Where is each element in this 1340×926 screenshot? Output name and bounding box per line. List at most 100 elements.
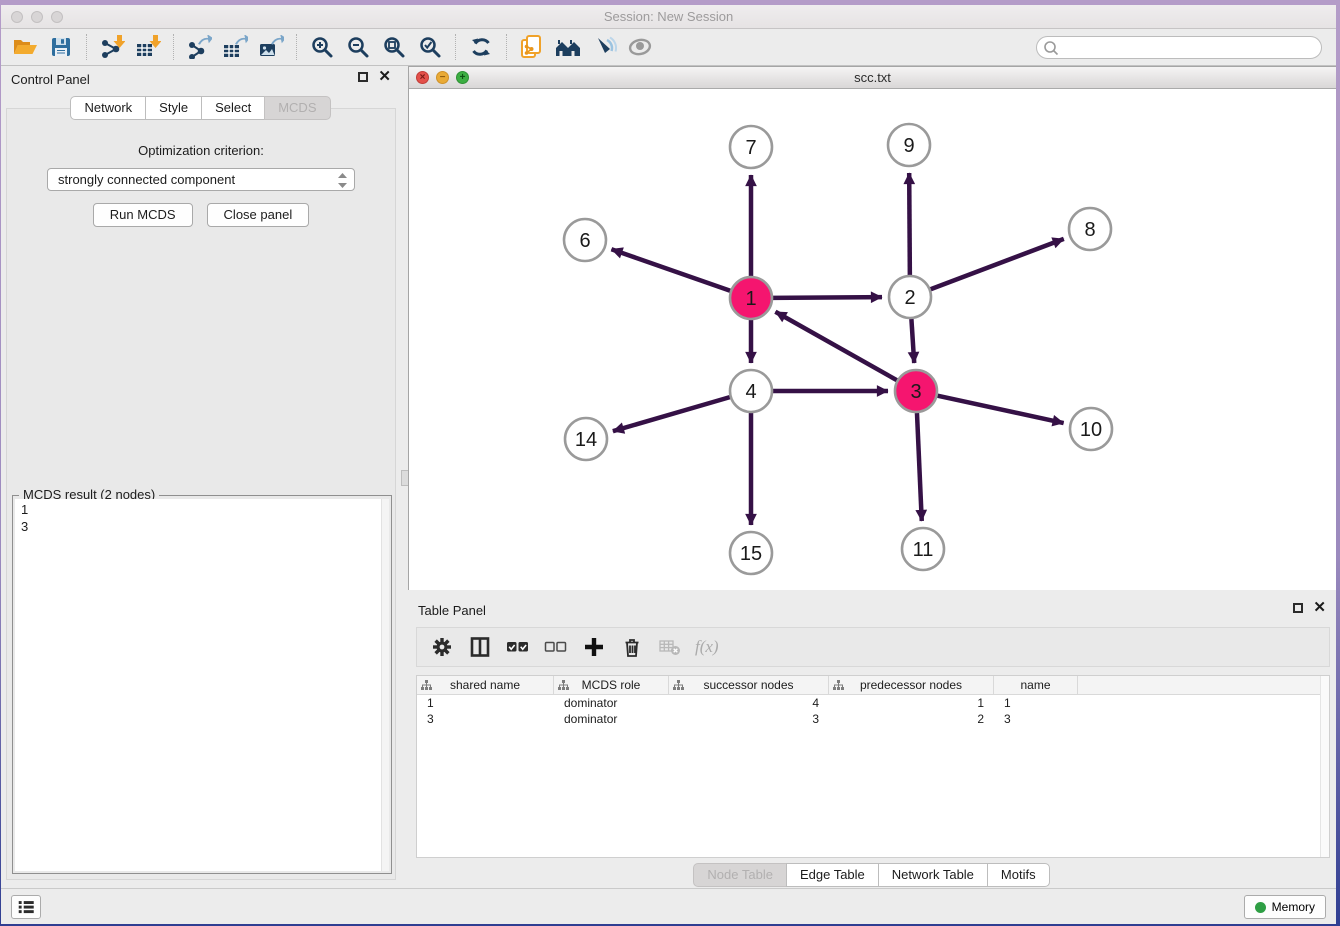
export-network-button[interactable] <box>181 32 217 62</box>
close-table-panel-icon[interactable]: ✕ <box>1313 602 1326 614</box>
graph-node-15[interactable]: 15 <box>730 532 772 574</box>
tab-select[interactable]: Select <box>201 96 265 120</box>
open-session-button[interactable] <box>7 32 43 62</box>
graph-edge-3-1[interactable] <box>775 312 896 380</box>
table-row[interactable]: 1dominator411 <box>417 695 1329 711</box>
optimization-criterion-dropdown[interactable]: strongly connected component <box>47 168 355 191</box>
column-type-icon <box>673 680 684 691</box>
network-close-button[interactable]: × <box>416 71 429 84</box>
table-cell: 1 <box>417 695 554 711</box>
toolbar-separator <box>506 34 507 60</box>
column-header-shared-name[interactable]: shared name <box>417 676 554 694</box>
graph-edge-3-11[interactable] <box>917 413 922 521</box>
graph-edge-2-3[interactable] <box>911 319 914 363</box>
save-session-button[interactable] <box>43 32 79 62</box>
column-header-mcds-role[interactable]: MCDS role <box>554 676 669 694</box>
graph-edge-2-8[interactable] <box>931 239 1064 289</box>
zoom-selected-button[interactable] <box>412 32 448 62</box>
network-canvas[interactable]: 7 9 6 8 1 2 4 3 14 10 15 11 <box>409 89 1336 590</box>
close-window-button[interactable] <box>11 11 23 23</box>
export-table-button[interactable] <box>217 32 253 62</box>
first-neighbors-button[interactable] <box>550 32 586 62</box>
mcds-result-box: MCDS result (2 nodes) 13 <box>12 495 392 874</box>
show-hide-graphics-details-button[interactable] <box>586 32 622 62</box>
control-panel-tabs: NetworkStyleSelectMCDS <box>1 96 401 120</box>
export-image-icon <box>258 35 284 59</box>
graph-edge-4-14[interactable] <box>613 397 730 431</box>
close-panel-button[interactable]: Close panel <box>207 203 310 227</box>
table-body: 1dominator4113dominator323 <box>417 695 1329 727</box>
graph-node-14[interactable]: 14 <box>565 418 607 460</box>
table-scrollbar[interactable] <box>1320 676 1329 857</box>
refresh-button[interactable] <box>463 32 499 62</box>
show-hide-columns-button[interactable] <box>465 633 495 661</box>
table-tab-node-table[interactable]: Node Table <box>693 863 787 887</box>
search-icon <box>1043 40 1059 56</box>
column-label: MCDS role <box>582 678 641 692</box>
create-column-button[interactable] <box>579 633 609 661</box>
export-image-button[interactable] <box>253 32 289 62</box>
result-scrollbar[interactable] <box>381 499 389 871</box>
run-mcds-button[interactable]: Run MCDS <box>93 203 193 227</box>
graph-node-11[interactable]: 11 <box>902 528 944 570</box>
graph-node-10[interactable]: 10 <box>1070 408 1112 450</box>
table-tab-network-table[interactable]: Network Table <box>878 863 988 887</box>
close-panel-icon[interactable]: ✕ <box>378 71 391 83</box>
zoom-fit-icon <box>382 35 406 59</box>
graph-edge-1-2[interactable] <box>773 297 882 298</box>
mcds-result-text[interactable]: 13 <box>15 499 389 871</box>
zoom-out-button[interactable] <box>340 32 376 62</box>
task-history-button[interactable] <box>11 895 41 919</box>
tab-network[interactable]: Network <box>70 96 146 120</box>
table-cell: 4 <box>669 695 829 711</box>
deselect-all-button[interactable] <box>541 633 571 661</box>
import-table-button[interactable] <box>130 32 166 62</box>
delete-columns-button[interactable] <box>617 633 647 661</box>
table-tab-edge-table[interactable]: Edge Table <box>786 863 879 887</box>
zoom-in-button[interactable] <box>304 32 340 62</box>
graph-node-4[interactable]: 4 <box>730 370 772 412</box>
table-cell: dominator <box>554 695 669 711</box>
graph-node-1[interactable]: 1 <box>730 277 772 319</box>
network-window-title: scc.txt <box>409 67 1336 88</box>
float-panel-icon[interactable] <box>358 72 368 82</box>
column-type-icon <box>833 680 844 691</box>
search-input[interactable] <box>1036 36 1322 59</box>
graph-edge-3-10[interactable] <box>937 396 1063 423</box>
maximize-window-button[interactable] <box>51 11 63 23</box>
table-header-row: shared name MCDS role successor nodesprede… <box>417 676 1329 695</box>
graph-edge-1-6[interactable] <box>611 249 730 291</box>
select-all-button[interactable] <box>503 633 533 661</box>
table-tab-motifs[interactable]: Motifs <box>987 863 1050 887</box>
tab-style[interactable]: Style <box>145 96 202 120</box>
graph-node-3[interactable]: 3 <box>895 370 937 412</box>
table-panel-header: Table Panel ✕ <box>408 597 1336 623</box>
column-header-name[interactable]: name <box>994 676 1078 694</box>
import-network-button[interactable] <box>94 32 130 62</box>
graph-edge-2-9[interactable] <box>909 173 910 275</box>
dropdown-value: strongly connected component <box>58 172 235 187</box>
memory-button[interactable]: Memory <box>1244 895 1326 919</box>
zoom-fit-button[interactable] <box>376 32 412 62</box>
duplicate-network-icon <box>519 34 545 60</box>
graph-node-9[interactable]: 9 <box>888 124 930 166</box>
table-row[interactable]: 3dominator323 <box>417 711 1329 727</box>
graph-node-8[interactable]: 8 <box>1069 208 1111 250</box>
network-minimize-button[interactable]: − <box>436 71 449 84</box>
duplicate-network-button[interactable] <box>514 32 550 62</box>
zoom-out-icon <box>346 35 370 59</box>
column-header-successor-nodes[interactable]: successor nodes <box>669 676 829 694</box>
tab-mcds[interactable]: MCDS <box>264 96 330 120</box>
table-options-button[interactable] <box>427 633 457 661</box>
network-maximize-button[interactable]: + <box>456 71 469 84</box>
column-header-predecessor-nodes[interactable]: predecessor nodes <box>829 676 994 694</box>
table-panel: Table Panel ✕ <box>408 597 1336 890</box>
graph-node-2[interactable]: 2 <box>889 276 931 318</box>
graph-node-6[interactable]: 6 <box>564 219 606 261</box>
level-of-detail-button[interactable] <box>622 32 658 62</box>
houses-icon <box>554 35 582 59</box>
paint-details-icon <box>591 35 617 59</box>
minimize-window-button[interactable] <box>31 11 43 23</box>
float-table-panel-icon[interactable] <box>1293 603 1303 613</box>
graph-node-7[interactable]: 7 <box>730 126 772 168</box>
